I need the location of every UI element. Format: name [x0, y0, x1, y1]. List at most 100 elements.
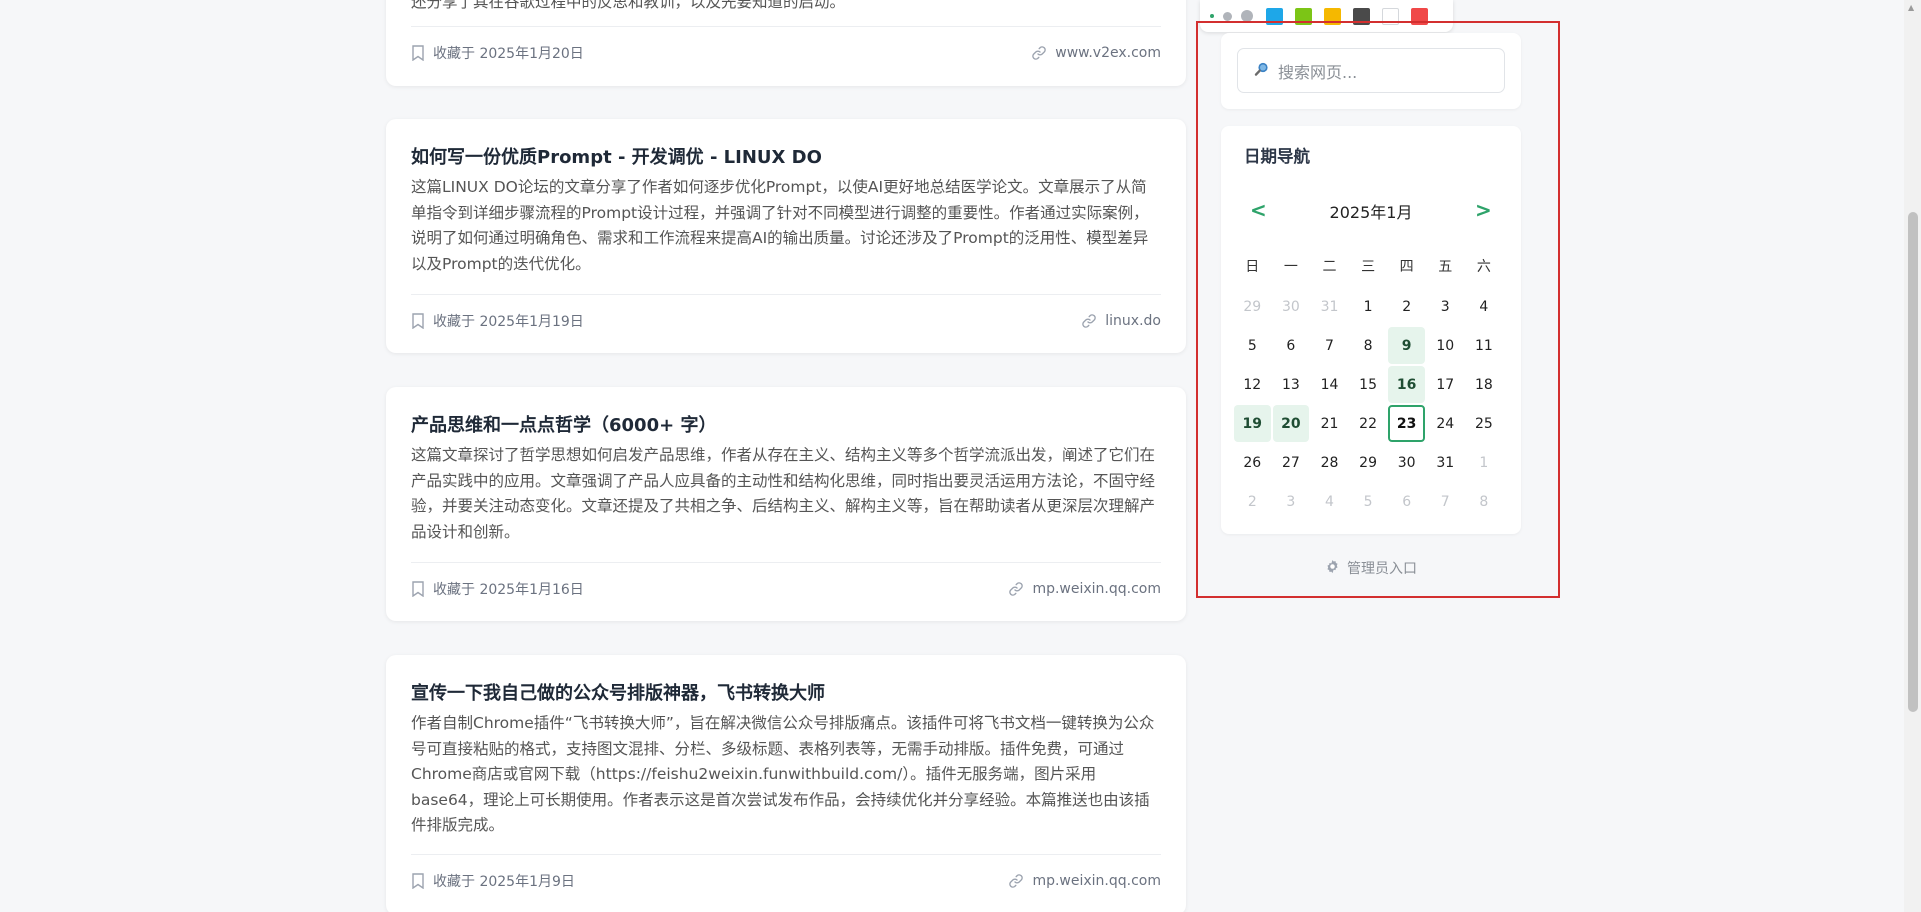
calendar-day-with-bookmarks[interactable]: 20 [1272, 405, 1310, 442]
source-link[interactable]: mp.weixin.qq.com [1008, 873, 1161, 889]
source-link[interactable]: www.v2ex.com [1031, 45, 1161, 61]
weekday-label: 二 [1322, 259, 1337, 275]
scroll-up-arrow[interactable]: ▲ [1908, 3, 1914, 12]
calendar-nav: < 2025年1月 > [1221, 195, 1521, 225]
calendar-day[interactable]: 21 [1311, 405, 1348, 442]
search-panel: 搜索网页... [1221, 33, 1521, 109]
calendar-day-with-bookmarks[interactable]: 9 [1388, 327, 1425, 364]
page-scrollbar[interactable]: ▲ [1904, 0, 1921, 912]
card-summary: 这篇LINUX DO论坛的文章分享了作者如何逐步优化Prompt，以使AI更好地… [411, 178, 1149, 273]
admin-entry-label: 管理员入口 [1347, 561, 1417, 577]
source-link[interactable]: mp.weixin.qq.com [1008, 581, 1161, 597]
calendar-day: 8 [1479, 493, 1489, 510]
calendar-day[interactable]: 11 [1466, 327, 1503, 364]
link-icon [1008, 873, 1024, 889]
search-input[interactable]: 搜索网页... [1237, 48, 1505, 93]
source-link[interactable]: linux.do [1081, 313, 1161, 329]
calendar-day[interactable]: 26 [1234, 444, 1271, 481]
calendar-day[interactable]: 24 [1427, 405, 1464, 442]
calendar-day[interactable]: 12 [1234, 366, 1271, 403]
calendar-day-with-bookmarks[interactable]: 16 [1388, 366, 1425, 403]
bookmark-icon [411, 312, 425, 329]
calendar-day[interactable]: 14 [1311, 366, 1348, 403]
weekday-label: 三 [1361, 259, 1376, 275]
calendar-day[interactable]: 5 [1234, 327, 1271, 364]
admin-entry-link[interactable]: 管理员入口 [1221, 558, 1521, 578]
weekday-label: 四 [1399, 259, 1414, 275]
search-placeholder: 搜索网页... [1278, 62, 1358, 82]
weekday-label: 一 [1283, 259, 1298, 275]
gear-icon [1325, 559, 1340, 578]
link-icon [1031, 45, 1047, 61]
calendar-day[interactable]: 4 [1466, 288, 1503, 325]
calendar-day[interactable]: 22 [1350, 405, 1387, 442]
calendar-day: 30 [1281, 298, 1300, 315]
bookmark-icon [411, 580, 425, 597]
calendar-day[interactable]: 29 [1350, 444, 1387, 481]
card-summary: 作者自制Chrome插件“飞书转换大师”，旨在解决微信公众号排版痛点。该插件可将… [411, 714, 1155, 834]
saved-date: 收藏于 2025年1月20日 [433, 45, 584, 62]
calendar-day[interactable]: 15 [1350, 366, 1387, 403]
bookmark-card[interactable]: 如何写一份优质Prompt - 开发调优 - LINUX DO 这篇LINUX … [386, 119, 1186, 353]
card-title[interactable]: 宣传一下我自己做的公众号排版神器，飞书转换大师 [411, 681, 1161, 707]
calendar-day[interactable]: 31 [1427, 444, 1464, 481]
calendar-day-with-bookmarks[interactable]: 19 [1234, 405, 1271, 442]
card-meta: 收藏于 2025年1月19日 linux.do [411, 294, 1161, 346]
weekday-label: 五 [1438, 259, 1453, 275]
card-title[interactable]: 产品思维和一点点哲学（6000+ 字） [411, 413, 1161, 439]
bookmark-icon [411, 44, 425, 61]
calendar-day: 3 [1286, 493, 1296, 510]
calendar-day: 5 [1363, 493, 1373, 510]
search-icon [1254, 61, 1270, 81]
calendar-day[interactable]: 17 [1427, 366, 1464, 403]
calendar-day[interactable]: 25 [1466, 405, 1503, 442]
card-meta: 收藏于 2025年1月9日 mp.weixin.qq.com [411, 854, 1161, 906]
bookmark-card[interactable]: 产品思维和一点点哲学（6000+ 字） 这篇文章探讨了哲学思想如何启发产品思维，… [386, 387, 1186, 621]
card-summary: 这篇文章探讨了哲学思想如何启发产品思维，作者从存在主义、结构主义等多个哲学流派出… [411, 446, 1156, 541]
calendar-grid: 29 30 31 1 2 3 4 5 6 7 8 9 10 11 12 13 14 15 16 17 18 19 20 21 2… [1233, 287, 1503, 521]
calendar-day[interactable]: 7 [1311, 327, 1348, 364]
calendar-day[interactable]: 27 [1273, 444, 1310, 481]
bookmark-card[interactable]: 宣传一下我自己做的公众号排版神器，飞书转换大师 作者自制Chrome插件“飞书转… [386, 655, 1186, 912]
card-meta: 收藏于 2025年1月20日 www.v2ex.com [411, 26, 1161, 78]
scrollbar-thumb[interactable] [1908, 212, 1918, 712]
saved-date: 收藏于 2025年1月16日 [433, 581, 584, 598]
link-icon [1081, 313, 1097, 329]
calendar-day-today[interactable]: 23 [1388, 405, 1425, 442]
calendar-title: 日期导航 [1244, 147, 1310, 166]
calendar-day[interactable]: 30 [1388, 444, 1425, 481]
calendar-day[interactable]: 18 [1466, 366, 1503, 403]
calendar-day: 7 [1440, 493, 1450, 510]
card-meta: 收藏于 2025年1月16日 mp.weixin.qq.com [411, 562, 1161, 614]
next-month-button[interactable]: > [1475, 195, 1492, 225]
source-domain: mp.weixin.qq.com [1032, 872, 1161, 889]
saved-date: 收藏于 2025年1月19日 [433, 313, 584, 330]
source-domain: linux.do [1105, 312, 1161, 329]
calendar-day: 29 [1243, 298, 1262, 315]
bookmark-icon [411, 872, 425, 889]
calendar-day: 1 [1479, 454, 1489, 471]
calendar-day[interactable]: 8 [1350, 327, 1387, 364]
calendar-day[interactable]: 2 [1388, 288, 1425, 325]
weekday-label: 日 [1245, 259, 1260, 275]
saved-date: 收藏于 2025年1月9日 [433, 873, 575, 890]
pen-size-small[interactable] [1210, 14, 1214, 18]
calendar-day[interactable]: 3 [1427, 288, 1464, 325]
calendar-day[interactable]: 6 [1273, 327, 1310, 364]
calendar-day[interactable]: 28 [1311, 444, 1348, 481]
calendar-day[interactable]: 13 [1273, 366, 1310, 403]
calendar-day[interactable]: 1 [1350, 288, 1387, 325]
weekday-label: 六 [1476, 259, 1491, 275]
bookmark-card[interactable]: 还分享了其在谷歌过程中的反思和教训，以及先要知道的启动。 收藏于 2025年1月… [386, 0, 1186, 86]
source-domain: www.v2ex.com [1055, 44, 1161, 61]
weekday-header: 日一二三四五六 [1233, 256, 1503, 276]
pen-size-medium[interactable] [1223, 11, 1232, 21]
calendar-day: 4 [1325, 493, 1334, 510]
calendar-day: 6 [1402, 493, 1412, 510]
card-summary: 还分享了其在谷歌过程中的反思和教训，以及先要知道的启动。 [411, 0, 846, 11]
source-domain: mp.weixin.qq.com [1032, 580, 1161, 597]
link-icon [1008, 581, 1024, 597]
calendar-day[interactable]: 10 [1427, 327, 1464, 364]
date-navigation-panel: 日期导航 < 2025年1月 > 日一二三四五六 29 30 31 1 2 3 4 5 6 7 8 9… [1221, 126, 1521, 534]
card-title[interactable]: 如何写一份优质Prompt - 开发调优 - LINUX DO [411, 145, 1161, 171]
